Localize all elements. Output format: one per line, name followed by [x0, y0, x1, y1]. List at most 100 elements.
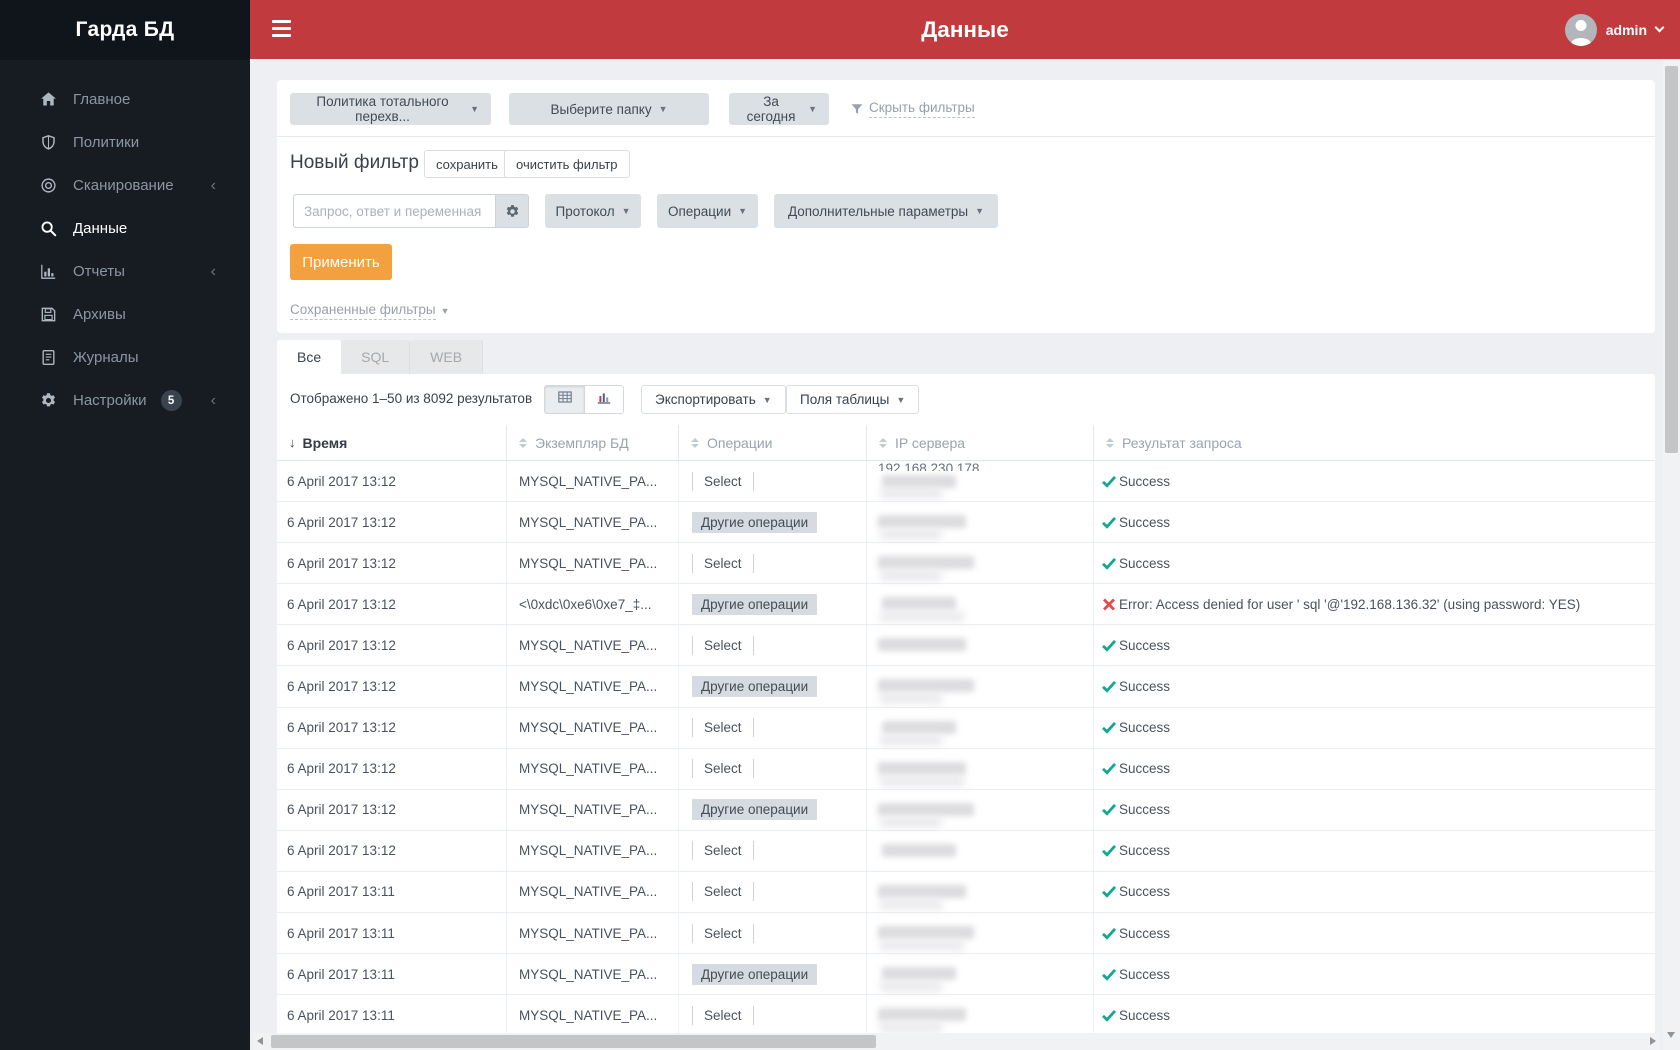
horizontal-scrollbar-thumb[interactable] — [271, 1035, 876, 1048]
tab-все[interactable]: Все — [277, 340, 342, 374]
saved-filters-link[interactable]: Сохраненные фильтры ▼ — [290, 302, 450, 320]
user-menu[interactable]: admin — [1564, 0, 1665, 59]
cell-query-result: Success — [1093, 954, 1655, 995]
save-filter-button[interactable]: сохранить — [424, 150, 510, 178]
page: Гарда БД Главное Политики Сканирование ‹… — [0, 0, 1680, 1050]
chevron-left-icon: ‹ — [210, 262, 216, 280]
table-row[interactable]: 6 April 2017 13:12 MYSQL_NATIVE_PA... Se… — [277, 625, 1655, 667]
protocol-dropdown[interactable]: Протокол ▼ — [545, 194, 641, 228]
table-row[interactable]: 6 April 2017 13:12 MYSQL_NATIVE_PA... Др… — [277, 502, 1655, 544]
horizontal-scrollbar[interactable] — [253, 1033, 1660, 1050]
redacted-ip-blur — [878, 556, 974, 570]
query-search-input[interactable] — [293, 194, 496, 228]
cell-server-ip — [866, 995, 1093, 1036]
redacted-ip-blur — [878, 884, 966, 898]
cell-time: 6 April 2017 13:12 — [287, 596, 396, 612]
redacted-ip-blur — [880, 488, 942, 499]
cell-query-result: Error: Access denied for user ' sql '@'1… — [1093, 584, 1655, 625]
operations-dropdown[interactable]: Операции ▼ — [657, 194, 758, 228]
redacted-ip-blur — [878, 926, 974, 940]
tab-sql[interactable]: SQL — [341, 340, 411, 374]
query-search-group — [293, 194, 529, 228]
redacted-ip-blur — [880, 1022, 942, 1034]
additional-params-dropdown[interactable]: Дополнительные параметры ▼ — [774, 194, 998, 228]
table-row[interactable]: 6 April 2017 13:12 <\0xdc\0xe6\0xe7_‡...… — [277, 584, 1655, 626]
operation-badge: Select — [692, 759, 754, 779]
sidebar-item-label: Отчеты — [73, 263, 125, 280]
column-header[interactable]: IP сервера — [866, 425, 1093, 460]
result-text: Error: Access denied for user ' sql '@'1… — [1119, 596, 1581, 612]
column-header[interactable]: Результат запроса — [1093, 425, 1655, 460]
cell-operations: Select — [678, 830, 866, 871]
table-row[interactable]: 6 April 2017 13:12 MYSQL_NATIVE_PA... Se… — [277, 543, 1655, 585]
policy-dropdown[interactable]: Политика тотального перехв... ▼ — [290, 93, 491, 125]
top-header: Данные admin — [250, 0, 1680, 59]
vertical-scrollbar[interactable] — [1663, 59, 1680, 1050]
menu-toggle-icon[interactable] — [272, 20, 291, 37]
caret-down-icon: ▼ — [896, 394, 906, 405]
column-header[interactable]: Экземпляр БД — [506, 425, 678, 460]
cell-time: 6 April 2017 13:11 — [287, 884, 395, 900]
hide-filters-link[interactable]: Скрыть фильтры — [850, 100, 975, 118]
sidebar-item-archive[interactable]: Архивы — [0, 293, 250, 336]
sidebar-item-home[interactable]: Главное — [0, 78, 250, 121]
success-check-icon — [1102, 1009, 1117, 1022]
table-view-button[interactable] — [544, 385, 584, 414]
table-row[interactable]: 6 April 2017 13:12 MYSQL_NATIVE_PA... Se… — [277, 748, 1655, 790]
sidebar-item-search[interactable]: Данные — [0, 207, 250, 250]
table-row[interactable]: 6 April 2017 13:12 MYSQL_NATIVE_PA... Se… — [277, 707, 1655, 749]
cell-db-instance: MYSQL_NATIVE_PA... — [506, 502, 678, 543]
success-check-icon — [1102, 803, 1117, 816]
chevron-left-icon: ‹ — [210, 391, 216, 409]
result-text: Success — [1119, 884, 1171, 900]
apply-button[interactable]: Применить — [290, 244, 392, 280]
export-dropdown[interactable]: Экспортировать ▼ — [641, 385, 786, 414]
table-row[interactable]: 6 April 2017 13:11 MYSQL_NATIVE_PA... Se… — [277, 913, 1655, 955]
vertical-scrollbar-thumb[interactable] — [1665, 66, 1678, 453]
table-grid-icon — [557, 389, 573, 410]
success-check-icon — [1102, 885, 1117, 899]
success-check-icon — [1102, 475, 1117, 488]
table-row[interactable]: 6 April 2017 13:12 MYSQL_NATIVE_PA... Se… — [277, 830, 1655, 872]
operation-badge: Другие операции — [692, 963, 818, 985]
result-tabs: Все SQL WEB — [277, 340, 484, 374]
table-row[interactable]: 6 April 2017 13:12 MYSQL_NATIVE_PA... Se… — [277, 461, 1655, 503]
scroll-left-arrow-icon[interactable] — [257, 1037, 263, 1045]
caret-down-icon: ▼ — [762, 394, 772, 405]
sidebar-nav: Главное Политики Сканирование ‹ Данные О… — [0, 78, 250, 422]
result-text: Success — [1119, 473, 1171, 489]
column-header[interactable]: ↓ Время — [277, 425, 506, 460]
search-settings-button[interactable] — [496, 194, 529, 228]
sidebar-item-journal[interactable]: Журналы — [0, 336, 250, 379]
chart-view-button[interactable] — [584, 385, 624, 414]
scroll-down-arrow-icon[interactable] — [1667, 1032, 1675, 1038]
table-body: 6 April 2017 13:12 MYSQL_NATIVE_PA... Se… — [277, 461, 1655, 1037]
table-row[interactable]: 6 April 2017 13:12 MYSQL_NATIVE_PA... Др… — [277, 666, 1655, 708]
redacted-ip-blur — [878, 1008, 966, 1022]
cell-query-result: Success — [1093, 625, 1655, 666]
folder-dropdown[interactable]: Выберите папку ▼ — [509, 93, 709, 125]
sidebar-item-scan[interactable]: Сканирование ‹ — [0, 164, 250, 207]
table-row[interactable]: 6 April 2017 13:11 MYSQL_NATIVE_PA... Se… — [277, 995, 1655, 1037]
sidebar-item-label: Журналы — [73, 349, 139, 366]
table-fields-dropdown[interactable]: Поля таблицы ▼ — [786, 385, 920, 414]
cell-time: 6 April 2017 13:12 — [287, 555, 396, 571]
column-header[interactable]: Операции — [678, 425, 866, 460]
sidebar-item-shield[interactable]: Политики — [0, 121, 250, 164]
view-toggle — [544, 385, 624, 414]
sort-desc-icon: ↓ — [289, 435, 296, 450]
table-row[interactable]: 6 April 2017 13:11 MYSQL_NATIVE_PA... Se… — [277, 871, 1655, 914]
sidebar-item-reports[interactable]: Отчеты ‹ — [0, 250, 250, 293]
operation-badge: Select — [692, 882, 754, 902]
tab-web[interactable]: WEB — [410, 340, 484, 374]
period-dropdown[interactable]: За сегодня ▼ — [729, 93, 829, 125]
scroll-right-arrow-icon[interactable] — [1650, 1037, 1656, 1045]
cell-server-ip — [866, 748, 1093, 789]
avatar — [1564, 13, 1597, 46]
clear-filter-button[interactable]: очистить фильтр — [504, 150, 630, 178]
table-row[interactable]: 6 April 2017 13:12 MYSQL_NATIVE_PA... Др… — [277, 789, 1655, 831]
redacted-ip-blur — [880, 816, 942, 828]
sidebar-item-settings[interactable]: Настройки 5 ‹ — [0, 379, 250, 422]
cell-server-ip — [866, 789, 1093, 830]
table-row[interactable]: 6 April 2017 13:11 MYSQL_NATIVE_PA... Др… — [277, 954, 1655, 996]
